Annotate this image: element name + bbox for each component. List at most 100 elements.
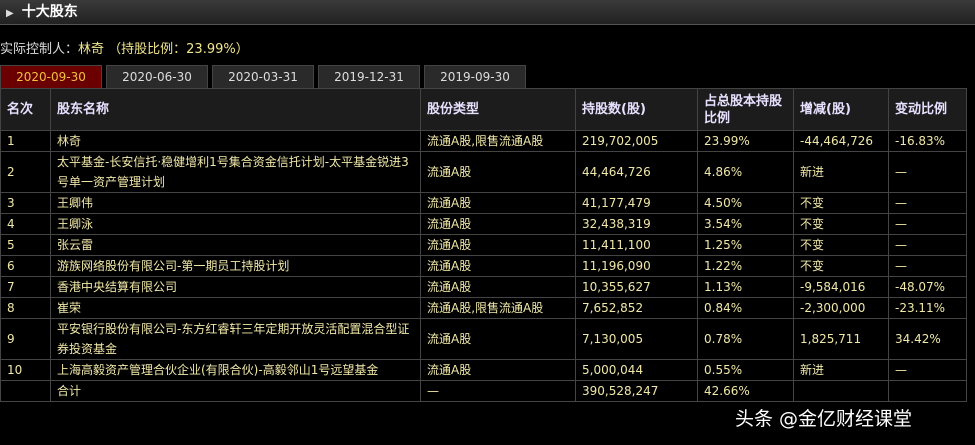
table-cell: 3: [0, 192, 51, 214]
table-row: 8 崔荣 流通A股,限售流通A股 7,652,852 0.84% -2,300,000 -2…: [0, 297, 967, 319]
table-cell: 不变: [793, 234, 889, 256]
table-cell: 不变: [793, 192, 889, 214]
table-cell: 王卿泳: [50, 213, 421, 235]
column-header[interactable]: 股份类型: [420, 88, 576, 131]
table-cell: -44,464,726: [793, 130, 889, 152]
table-row: 7 香港中央结算有限公司 流通A股 10,355,627 1.13% -9,584,016…: [0, 276, 967, 298]
date-tabs: 2020-09-30 2020-06-30 2020-03-31 2019-12…: [0, 65, 526, 88]
controller-ratio: （持股比例：23.99%）: [104, 42, 249, 57]
controller-name: 林奇: [78, 42, 105, 57]
column-header[interactable]: 持股数(股): [575, 88, 698, 131]
table-cell: 10: [0, 359, 51, 381]
table-cell: 42.66%: [697, 380, 794, 402]
table-cell: 流通A股: [420, 318, 576, 360]
table-cell: 流通A股: [420, 255, 576, 277]
table-cell: 流通A股: [420, 192, 576, 214]
table-row: 6 游族网络股份有限公司-第一期员工持股计划 流通A股 11,196,090 1.22%…: [0, 255, 967, 277]
table-cell: 流通A股: [420, 276, 576, 298]
expand-triangle-icon: ▶: [6, 8, 14, 19]
table-cell: 1.22%: [697, 255, 794, 277]
table-cell: 新进: [793, 359, 889, 381]
table-cell: —: [888, 151, 967, 193]
table-cell: 10,355,627: [575, 276, 698, 298]
table-cell: —: [420, 380, 576, 402]
column-header[interactable]: 占总股本持股比例: [697, 88, 794, 131]
table-cell: 390,528,247: [575, 380, 698, 402]
table-cell: 4.50%: [697, 192, 794, 214]
tab-2019-09-30[interactable]: 2019-09-30: [424, 65, 526, 88]
table-cell: 流通A股,限售流通A股: [420, 297, 576, 319]
table-row: 2 太平基金-长安信托·稳健增利1号集合资金信托计划-太平基金锐进3号单一资产管理…: [0, 151, 967, 193]
table-cell: 0.84%: [697, 297, 794, 319]
table-cell: 7: [0, 276, 51, 298]
total-row: 合计 —390,528,247 42.66%: [0, 380, 967, 402]
table-cell: 4: [0, 213, 51, 235]
table-cell: -23.11%: [888, 297, 967, 319]
table-row: 1 林奇 流通A股,限售流通A股 219,702,005 23.99% -44,464,7…: [0, 130, 967, 152]
table-cell: 王卿伟: [50, 192, 421, 214]
table-cell: 23.99%: [697, 130, 794, 152]
table-cell: 5: [0, 234, 51, 256]
table-cell: 3.54%: [697, 213, 794, 235]
table-cell: 不变: [793, 213, 889, 235]
table-cell: 不变: [793, 255, 889, 277]
section-header[interactable]: ▶ 十大股东: [0, 0, 975, 25]
table-cell: -2,300,000: [793, 297, 889, 319]
actual-controller: 实际控制人：林奇 （持股比例：23.99%）: [0, 38, 249, 57]
table-cell: 2: [0, 151, 51, 193]
table-cell: 流通A股: [420, 359, 576, 381]
table-cell: -16.83%: [888, 130, 967, 152]
section-title: 十大股东: [21, 4, 78, 20]
table-cell: 上海高毅资产管理合伙企业(有限合伙)-高毅邻山1号远望基金: [50, 359, 421, 381]
table-row: 9 平安银行股份有限公司-东方红睿轩三年定期开放灵活配置混合型证券投资基金 流通A股…: [0, 318, 967, 360]
table-cell: [0, 380, 51, 402]
table-cell: —: [888, 359, 967, 381]
table-cell: 11,411,100: [575, 234, 698, 256]
table-cell: 0.55%: [697, 359, 794, 381]
table-cell: 流通A股,限售流通A股: [420, 130, 576, 152]
table-cell: 1.13%: [697, 276, 794, 298]
table-cell: 44,464,726: [575, 151, 698, 193]
table-cell: 9: [0, 318, 51, 360]
tab-2020-09-30[interactable]: 2020-09-30: [0, 65, 102, 88]
table-cell: 流通A股: [420, 213, 576, 235]
table-cell: 1,825,711: [793, 318, 889, 360]
table-cell: 流通A股: [420, 234, 576, 256]
table-cell: 34.42%: [888, 318, 967, 360]
tab-2020-03-31[interactable]: 2020-03-31: [212, 65, 314, 88]
table-cell: 张云雷: [50, 234, 421, 256]
table-cell: 游族网络股份有限公司-第一期员工持股计划: [50, 255, 421, 277]
table-row: 4 王卿泳 流通A股 32,438,319 3.54% 不变 —: [0, 213, 967, 235]
table-row: 3 王卿伟 流通A股 41,177,479 4.50% 不变 —: [0, 192, 967, 214]
table-cell: 流通A股: [420, 151, 576, 193]
table-cell: 7,130,005: [575, 318, 698, 360]
table-cell: 5,000,044: [575, 359, 698, 381]
table-cell: 0.78%: [697, 318, 794, 360]
column-header[interactable]: 股东名称: [50, 88, 421, 131]
watermark: 头条 @金亿财经课堂: [735, 408, 913, 430]
table-cell: 香港中央结算有限公司: [50, 276, 421, 298]
table-cell: 7,652,852: [575, 297, 698, 319]
table-cell: 6: [0, 255, 51, 277]
table-cell: 合计: [50, 380, 421, 402]
table-cell: -9,584,016: [793, 276, 889, 298]
table-cell: 崔荣: [50, 297, 421, 319]
table-cell: 林奇: [50, 130, 421, 152]
table-cell: 8: [0, 297, 51, 319]
tab-2020-06-30[interactable]: 2020-06-30: [106, 65, 208, 88]
table-cell: [793, 380, 889, 402]
table-cell: 11,196,090: [575, 255, 698, 277]
table-cell: —: [888, 213, 967, 235]
tab-2019-12-31[interactable]: 2019-12-31: [318, 65, 420, 88]
column-header[interactable]: 增减(股): [793, 88, 889, 131]
table-cell: 平安银行股份有限公司-东方红睿轩三年定期开放灵活配置混合型证券投资基金: [50, 318, 421, 360]
column-header[interactable]: 名次: [0, 88, 51, 131]
controller-label: 实际控制人：: [0, 42, 79, 57]
column-header[interactable]: 变动比例: [888, 88, 967, 131]
table-cell: -48.07%: [888, 276, 967, 298]
table-cell: 4.86%: [697, 151, 794, 193]
table-cell: 219,702,005: [575, 130, 698, 152]
table-row: 10 上海高毅资产管理合伙企业(有限合伙)-高毅邻山1号远望基金 流通A股 5,000…: [0, 359, 967, 381]
table-cell: 新进: [793, 151, 889, 193]
table-cell: 32,438,319: [575, 213, 698, 235]
